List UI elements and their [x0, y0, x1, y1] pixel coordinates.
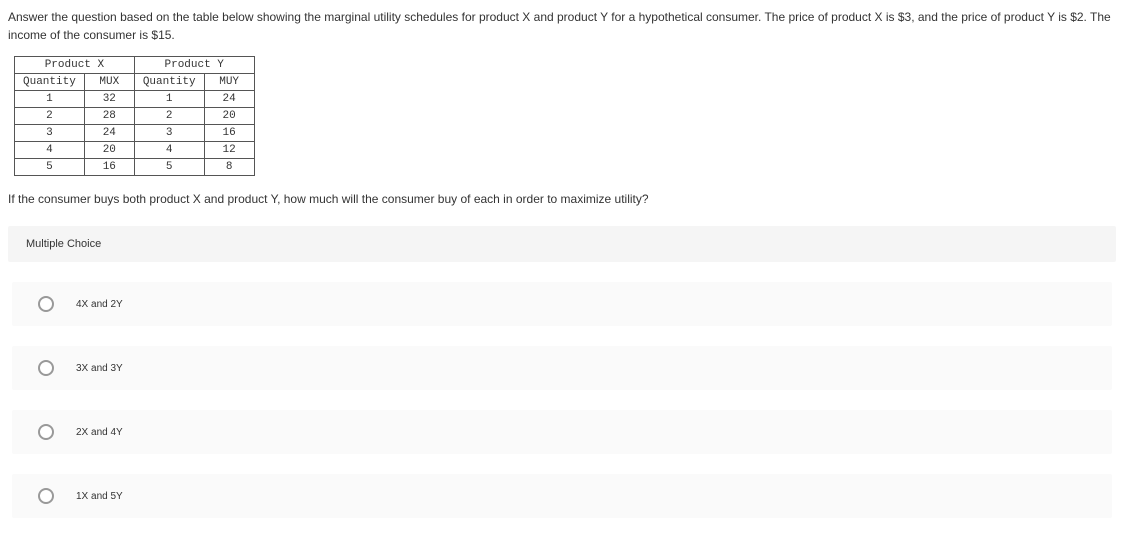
choice-option[interactable]: 2X and 4Y [12, 410, 1112, 454]
cell: 1 [15, 91, 85, 108]
cell: 2 [134, 108, 204, 125]
radio-icon [38, 424, 54, 440]
choice-option[interactable]: 1X and 5Y [12, 474, 1112, 518]
choice-option[interactable]: 3X and 3Y [12, 346, 1112, 390]
cell: 8 [204, 159, 254, 176]
choice-label: 3X and 3Y [76, 363, 123, 374]
choice-option[interactable]: 4X and 2Y [12, 282, 1112, 326]
cell: 24 [204, 91, 254, 108]
cell: 28 [84, 108, 134, 125]
utility-table: Product X Product Y Quantity MUX Quantit… [14, 56, 255, 176]
question-intro: Answer the question based on the table b… [8, 8, 1116, 44]
cell: 3 [134, 125, 204, 142]
cell: 20 [84, 142, 134, 159]
cell: 16 [84, 159, 134, 176]
col-mux: MUX [84, 74, 134, 91]
cell: 32 [84, 91, 134, 108]
cell: 4 [15, 142, 85, 159]
radio-icon [38, 488, 54, 504]
radio-icon [38, 296, 54, 312]
cell: 2 [15, 108, 85, 125]
choice-label: 2X and 4Y [76, 427, 123, 438]
cell: 24 [84, 125, 134, 142]
table-row: 4 20 4 12 [15, 142, 255, 159]
table-row: 3 24 3 16 [15, 125, 255, 142]
question-sub: If the consumer buys both product X and … [8, 192, 1116, 206]
col-quantity-y: Quantity [134, 74, 204, 91]
cell: 3 [15, 125, 85, 142]
section-label: Multiple Choice [8, 226, 1116, 262]
cell: 5 [15, 159, 85, 176]
table-row: 2 28 2 20 [15, 108, 255, 125]
product-x-header: Product X [15, 57, 135, 74]
cell: 1 [134, 91, 204, 108]
product-y-header: Product Y [134, 57, 254, 74]
radio-icon [38, 360, 54, 376]
cell: 12 [204, 142, 254, 159]
utility-table-container: Product X Product Y Quantity MUX Quantit… [14, 56, 1116, 176]
col-muy: MUY [204, 74, 254, 91]
table-row: 1 32 1 24 [15, 91, 255, 108]
choices-container: 4X and 2Y 3X and 3Y 2X and 4Y 1X and 5Y [8, 282, 1116, 518]
table-row: 5 16 5 8 [15, 159, 255, 176]
choice-label: 4X and 2Y [76, 299, 123, 310]
cell: 16 [204, 125, 254, 142]
cell: 4 [134, 142, 204, 159]
choice-label: 1X and 5Y [76, 491, 123, 502]
cell: 5 [134, 159, 204, 176]
cell: 20 [204, 108, 254, 125]
col-quantity-x: Quantity [15, 74, 85, 91]
